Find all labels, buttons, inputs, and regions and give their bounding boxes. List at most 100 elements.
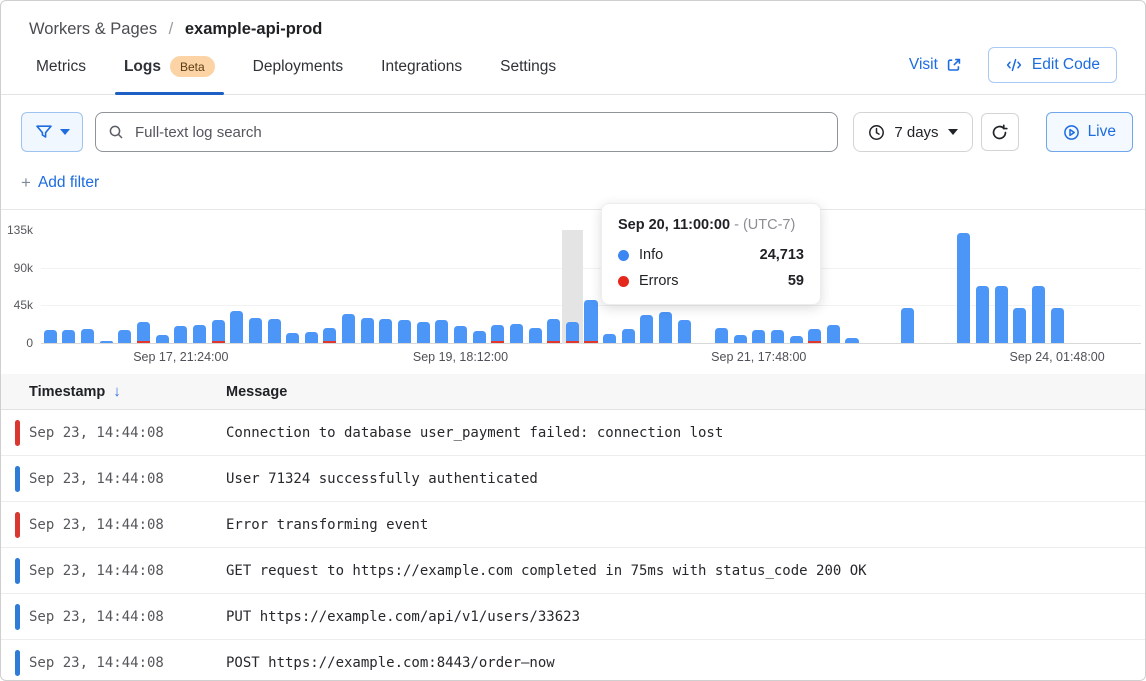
breadcrumb-separator: / xyxy=(169,20,174,38)
chart-bar-slot[interactable] xyxy=(227,230,246,343)
chart-bar-slot[interactable] xyxy=(358,230,377,343)
chart-bar-slot[interactable] xyxy=(488,230,507,343)
chart-bar-slot[interactable] xyxy=(526,230,545,343)
log-row[interactable]: Sep 23, 14:44:08PUT https://example.com/… xyxy=(1,594,1145,640)
tab-metrics[interactable]: Metrics xyxy=(36,56,86,94)
chart-bar-errors xyxy=(566,341,579,344)
log-table-body: Sep 23, 14:44:08Connection to database u… xyxy=(1,410,1145,681)
chart-bar-slot[interactable] xyxy=(955,230,974,343)
tab-label: Settings xyxy=(500,58,556,76)
full-text-search-input[interactable] xyxy=(133,123,825,142)
edit-code-button[interactable]: Edit Code xyxy=(988,47,1117,83)
log-row[interactable]: Sep 23, 14:44:08POST https://example.com… xyxy=(1,640,1145,681)
chart-bar-slot[interactable] xyxy=(60,230,79,343)
log-timestamp: Sep 23, 14:44:08 xyxy=(1,517,226,533)
chart-bar-info xyxy=(156,335,169,343)
chart-bar-slot[interactable] xyxy=(973,230,992,343)
visit-link[interactable]: Visit xyxy=(909,56,962,74)
log-timestamp: Sep 23, 14:44:08 xyxy=(1,471,226,487)
chart-bar-info xyxy=(976,286,989,343)
chart-bar-info xyxy=(62,330,75,343)
chart-bar-slot[interactable] xyxy=(377,230,396,343)
chart-bar-slot[interactable] xyxy=(470,230,489,343)
timestamp-column-header[interactable]: Timestamp ↓ xyxy=(1,383,226,400)
chart-bar-info xyxy=(118,330,131,343)
log-table-header: Timestamp ↓ Message xyxy=(1,374,1145,410)
chart-bar-slot[interactable] xyxy=(507,230,526,343)
chart-bar-slot[interactable] xyxy=(843,230,862,343)
chart-bar-slot[interactable] xyxy=(563,230,582,343)
code-icon xyxy=(1005,58,1023,72)
tab-integrations[interactable]: Integrations xyxy=(381,56,462,94)
chart-bar-errors xyxy=(212,341,225,344)
chart-bar-slot[interactable] xyxy=(153,230,172,343)
refresh-button[interactable] xyxy=(981,113,1019,151)
chart-bar-info xyxy=(230,311,243,343)
log-row[interactable]: Sep 23, 14:44:08GET request to https://e… xyxy=(1,548,1145,594)
errors-dot-icon xyxy=(618,276,629,287)
tooltip-rows: Info24,713Errors59 xyxy=(618,247,804,289)
chart-bar-slot[interactable] xyxy=(395,230,414,343)
visit-label: Visit xyxy=(909,56,938,74)
add-filter-row: + Add filter xyxy=(1,168,1145,210)
log-message: POST https://example.com:8443/order—now xyxy=(226,655,555,671)
chart-bar-slot xyxy=(917,230,936,343)
add-filter-button[interactable]: + Add filter xyxy=(21,173,99,193)
clock-icon xyxy=(868,124,885,141)
live-button[interactable]: Live xyxy=(1046,112,1133,152)
tab-deployments[interactable]: Deployments xyxy=(253,56,343,94)
severity-indicator-info xyxy=(15,604,20,630)
breadcrumb-current-worker: example-api-prod xyxy=(185,20,323,38)
tab-settings[interactable]: Settings xyxy=(500,56,556,94)
log-row[interactable]: Sep 23, 14:44:08Error transforming event xyxy=(1,502,1145,548)
log-timestamp: Sep 23, 14:44:08 xyxy=(1,563,226,579)
chart-bar-slot[interactable] xyxy=(544,230,563,343)
time-range-dropdown[interactable]: 7 days xyxy=(853,112,972,152)
chart-bar-slot xyxy=(1085,230,1104,343)
workers-logs-page: Workers & Pages / example-api-prod Metri… xyxy=(0,0,1146,681)
chart-bar-info xyxy=(547,319,560,343)
chart-bar-slot[interactable] xyxy=(78,230,97,343)
chart-bar-slot[interactable] xyxy=(582,230,601,343)
chart-bar-slot[interactable] xyxy=(134,230,153,343)
chart-bar-info xyxy=(1051,308,1064,343)
chart-bar-slot[interactable] xyxy=(899,230,918,343)
breadcrumb-workers-pages[interactable]: Workers & Pages xyxy=(29,20,157,38)
chart-bar-slot[interactable] xyxy=(41,230,60,343)
log-row[interactable]: Sep 23, 14:44:08Connection to database u… xyxy=(1,410,1145,456)
chart-bar-slot[interactable] xyxy=(302,230,321,343)
severity-indicator-info xyxy=(15,466,20,492)
filter-menu-button[interactable] xyxy=(21,112,83,152)
chart-bar-slot[interactable] xyxy=(97,230,116,343)
chart-bar-slot[interactable] xyxy=(451,230,470,343)
chart-bar-slot[interactable] xyxy=(209,230,228,343)
chart-bar-slot[interactable] xyxy=(1029,230,1048,343)
chart-bar-slot[interactable] xyxy=(172,230,191,343)
chart-bar-slot[interactable] xyxy=(824,230,843,343)
chart-bar-slot[interactable] xyxy=(321,230,340,343)
chart-bar-info xyxy=(790,336,803,343)
log-row[interactable]: Sep 23, 14:44:08User 71324 successfully … xyxy=(1,456,1145,502)
chart-bar-slot[interactable] xyxy=(190,230,209,343)
chart-bar-slot[interactable] xyxy=(246,230,265,343)
search-icon xyxy=(108,124,124,140)
chart-bar-info xyxy=(193,325,206,343)
chart-bar-slot[interactable] xyxy=(1010,230,1029,343)
chart-bar-slot xyxy=(1104,230,1123,343)
x-axis-label: Sep 17, 21:24:00 xyxy=(133,350,228,364)
chart-bar-slot[interactable] xyxy=(116,230,135,343)
chart-bar-slot[interactable] xyxy=(1048,230,1067,343)
chart-bar-slot[interactable] xyxy=(283,230,302,343)
chart-bar-slot[interactable] xyxy=(339,230,358,343)
log-message: PUT https://example.com/api/v1/users/336… xyxy=(226,609,580,625)
tab-logs[interactable]: LogsBeta xyxy=(124,56,215,94)
chart-bar-slot[interactable] xyxy=(414,230,433,343)
chart-bar-slot[interactable] xyxy=(992,230,1011,343)
chart-bar-slot[interactable] xyxy=(433,230,452,343)
chart-bar-slot[interactable] xyxy=(265,230,284,343)
log-timestamp: Sep 23, 14:44:08 xyxy=(1,655,226,671)
chart-bar-info xyxy=(510,324,523,343)
chart-section: 135k90k45k0Sep 17, 21:24:00Sep 19, 18:12… xyxy=(1,210,1145,374)
chart-bar-errors xyxy=(547,341,560,344)
tooltip-series-label: Errors xyxy=(639,273,678,289)
